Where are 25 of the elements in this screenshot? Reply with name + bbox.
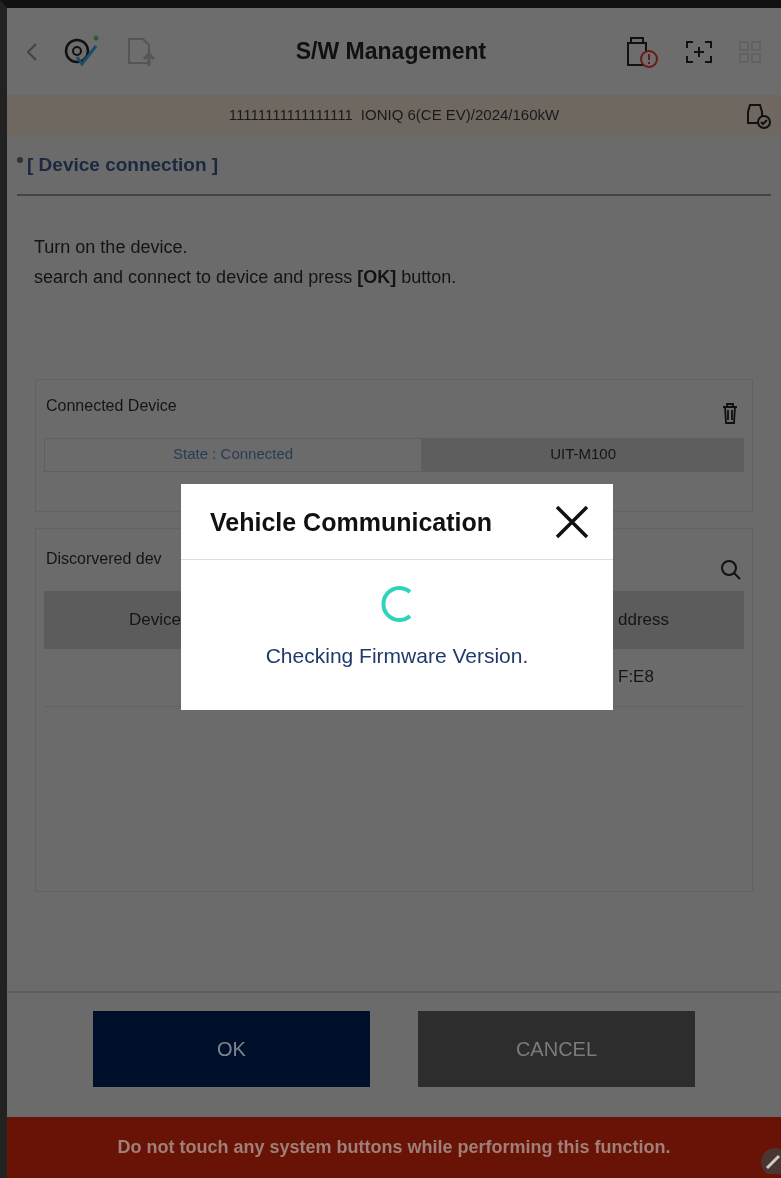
section-title: [ Device connection ]: [27, 154, 219, 175]
bullet-icon: [17, 157, 23, 163]
trash-icon[interactable]: [722, 401, 738, 424]
panel-title: Connected Device: [46, 395, 177, 416]
expand-icon[interactable]: [685, 39, 713, 64]
ok-button[interactable]: OK: [93, 1010, 370, 1087]
column-header: ddress: [618, 608, 670, 631]
search-icon[interactable]: [720, 558, 742, 581]
page-title: S/W Management: [295, 37, 487, 66]
vehicle-check-icon[interactable]: [745, 103, 771, 129]
cancel-button[interactable]: CANCEL: [418, 1010, 695, 1087]
instruction-text: search and connect to device and press [OK] button.: [34, 265, 457, 289]
vin-number: 11111111111111111: [228, 104, 353, 125]
warning-message: Do not touch any system buttons while performing this function.: [117, 1136, 671, 1159]
vehicle-model: IONIQ 6(CE EV)/2024/160kW: [360, 104, 560, 125]
close-icon[interactable]: [555, 504, 589, 539]
panel-title: Discorvered dev: [46, 548, 162, 569]
instruction-text: Turn on the device.: [34, 235, 188, 259]
column-header: Device: [129, 608, 181, 631]
dialog-title: Vehicle Communication: [210, 506, 492, 537]
back-icon[interactable]: [27, 42, 37, 61]
connection-state: State : Connected: [44, 437, 423, 472]
device-name: UIT-M100: [422, 437, 744, 472]
table-cell-text: F:E8: [618, 666, 654, 689]
dialog-message: Checking Firmware Version.: [265, 643, 529, 669]
